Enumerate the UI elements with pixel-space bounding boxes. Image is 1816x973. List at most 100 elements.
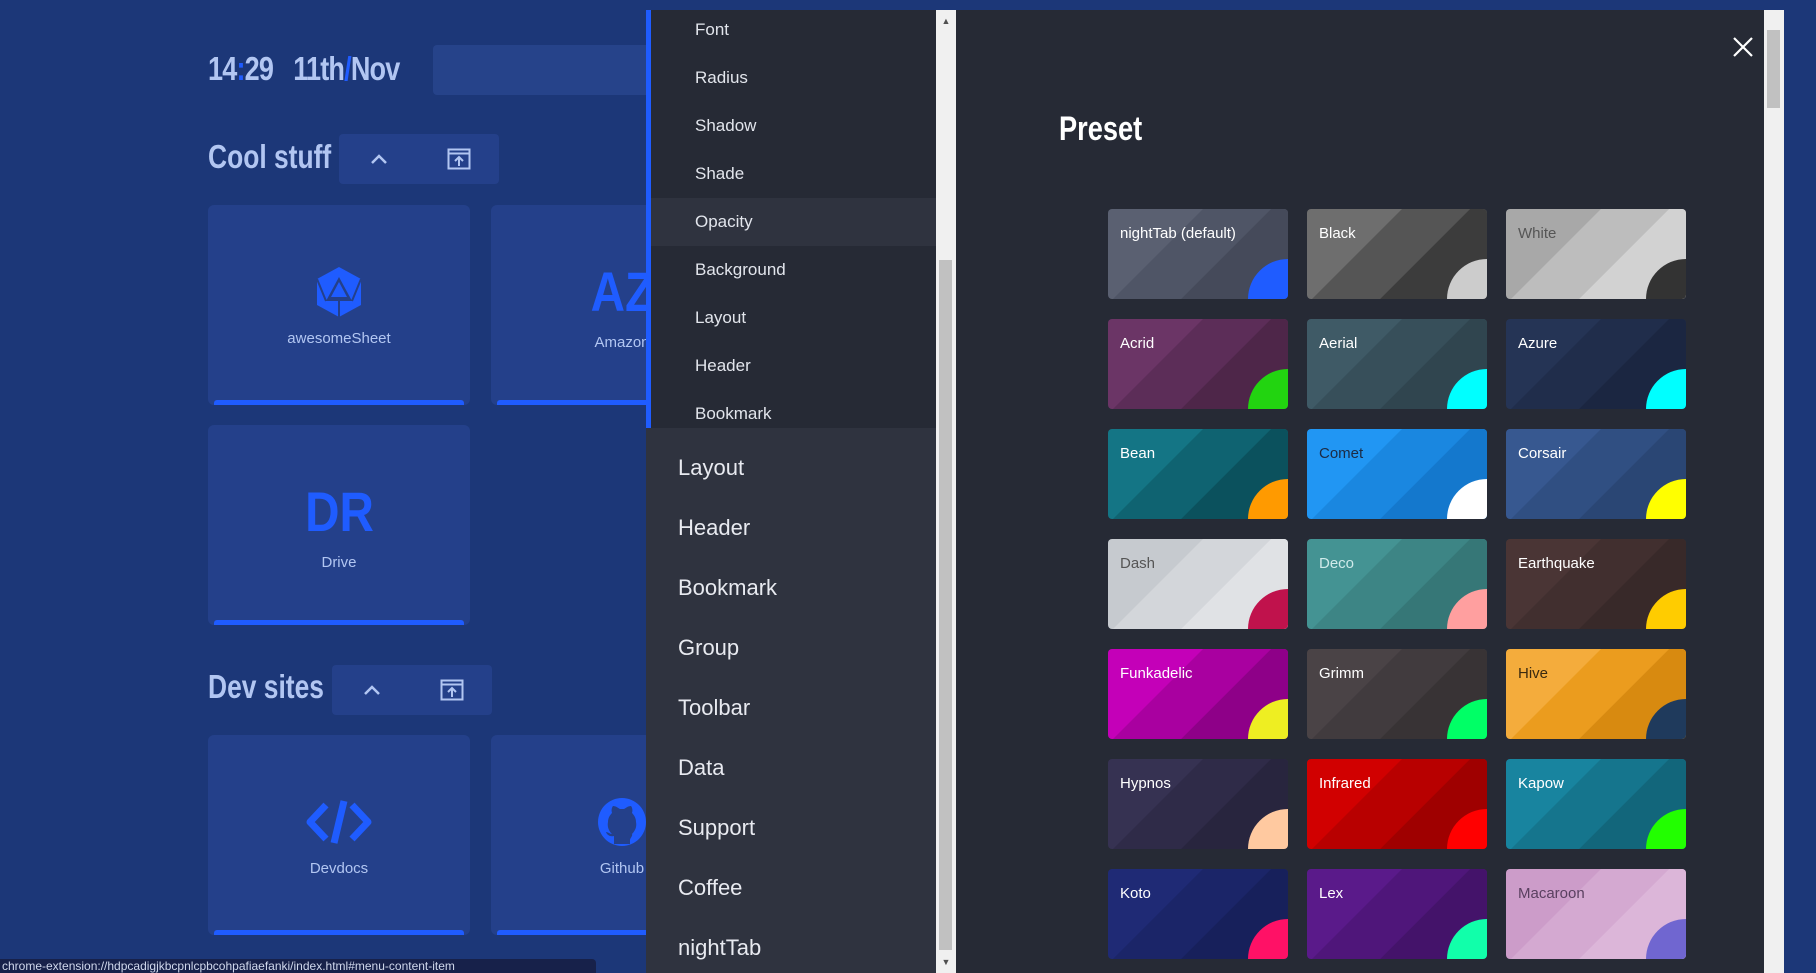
open-all-icon: [447, 148, 471, 170]
preset-theme-button[interactable]: Hypnos: [1108, 759, 1288, 849]
preset-name: Koto: [1120, 885, 1151, 902]
nav-scrollbar[interactable]: ▲ ▼: [936, 10, 956, 973]
chevron-up-icon: [364, 685, 380, 695]
clock-hours: 14: [208, 50, 237, 87]
preset-name: Grimm: [1319, 665, 1364, 682]
preset-theme-button[interactable]: Acrid: [1108, 319, 1288, 409]
sub-nav-font[interactable]: Font: [651, 10, 936, 54]
preset-name: Azure: [1518, 335, 1558, 352]
bookmark-tile[interactable]: DR Drive: [208, 425, 470, 625]
nav-nighttab[interactable]: nightTab: [646, 918, 936, 973]
open-all-button[interactable]: [419, 134, 499, 184]
preset-theme-button[interactable]: Aerial: [1307, 319, 1487, 409]
date-month: Nov: [350, 50, 400, 87]
sub-nav-background[interactable]: Background: [651, 246, 936, 294]
bookmark-tile[interactable]: Devdocs: [208, 735, 470, 935]
bookmark-letters: DR: [304, 480, 374, 543]
preset-name: nightTab (default): [1120, 225, 1236, 242]
nav-data[interactable]: Data: [646, 738, 936, 798]
sub-nav-shade[interactable]: Shade: [651, 150, 936, 198]
preset-theme-button[interactable]: Deco: [1307, 539, 1487, 629]
nav-coffee[interactable]: Coffee: [646, 858, 936, 918]
preset-theme-button[interactable]: Funkadelic: [1108, 649, 1288, 739]
preset-name: White: [1518, 225, 1557, 242]
clock-separator: :: [236, 50, 245, 87]
nav-support[interactable]: Support: [646, 798, 936, 858]
chevron-up-icon: [371, 154, 387, 164]
preset-theme-button[interactable]: nightTab (default): [1108, 209, 1288, 299]
preset-name: Bean: [1120, 445, 1156, 462]
sub-nav-shadow[interactable]: Shadow: [651, 102, 936, 150]
content-scrollbar[interactable]: [1764, 10, 1784, 973]
search-input[interactable]: [433, 45, 653, 95]
group-title: Cool stuff: [208, 138, 332, 175]
preset-theme-button[interactable]: Infrared: [1307, 759, 1487, 849]
preset-name: Dash: [1120, 555, 1156, 572]
preset-name: Infrared: [1319, 775, 1371, 792]
sub-nav-layout[interactable]: Layout: [651, 294, 936, 342]
preset-name: Lex: [1319, 885, 1344, 902]
preset-name: Deco: [1319, 555, 1355, 572]
preset-theme-button[interactable]: Grimm: [1307, 649, 1487, 739]
preset-theme-button[interactable]: Koto: [1108, 869, 1288, 959]
nav-bookmark[interactable]: Bookmark: [646, 558, 936, 618]
date-day: 11th: [293, 50, 345, 87]
preset-name: Kapow: [1518, 775, 1564, 792]
preset-theme-button[interactable]: Kapow: [1506, 759, 1686, 849]
sub-nav-opacity[interactable]: Opacity: [651, 198, 936, 246]
collapse-group-button[interactable]: [339, 134, 419, 184]
preset-theme-button[interactable]: Earthquake: [1506, 539, 1686, 629]
preset-grid: nightTab (default) Black White Acrid Aerial A…: [1108, 209, 1686, 959]
preset-theme-button[interactable]: Bean: [1108, 429, 1288, 519]
nav-header[interactable]: Header: [646, 498, 936, 558]
sub-nav-header[interactable]: Header: [651, 342, 936, 390]
close-icon: [1733, 37, 1753, 57]
status-url-bar: chrome-extension://hdpcadigjkbcpnlcpbcoh…: [0, 959, 596, 973]
nav-toolbar[interactable]: Toolbar: [646, 678, 936, 738]
sub-nav-radius[interactable]: Radius: [651, 54, 936, 102]
group-controls: [332, 665, 492, 715]
preset-theme-button[interactable]: White: [1506, 209, 1686, 299]
main-nav: Layout Header Bookmark Group Toolbar Dat…: [646, 438, 936, 973]
header-clock-date: 14:29 11th/Nov: [208, 44, 442, 94]
nav-group[interactable]: Group: [646, 618, 936, 678]
section-title: Preset: [1059, 110, 1143, 148]
nav-layout[interactable]: Layout: [646, 438, 936, 498]
menu-nav: Font Radius Shadow Shade Opacity Backgro…: [646, 10, 936, 973]
preset-name: Funkadelic: [1120, 665, 1193, 682]
clock: 14:29 11th/Nov: [208, 50, 400, 88]
preset-theme-button[interactable]: Azure: [1506, 319, 1686, 409]
preset-name: Hypnos: [1120, 775, 1171, 792]
preset-theme-button[interactable]: Comet: [1307, 429, 1487, 519]
scroll-down-icon[interactable]: ▼: [936, 953, 956, 971]
scroll-thumb[interactable]: [1767, 30, 1780, 108]
preset-theme-button[interactable]: Corsair: [1506, 429, 1686, 519]
clock-minutes: 29: [244, 50, 274, 87]
group-title: Dev sites: [208, 668, 324, 705]
preset-name: Corsair: [1518, 445, 1567, 462]
preset-theme-button[interactable]: Dash: [1108, 539, 1288, 629]
theme-sub-nav: Font Radius Shadow Shade Opacity Backgro…: [646, 10, 936, 428]
preset-theme-button[interactable]: Macaroon: [1506, 869, 1686, 959]
bookmark-name: Github: [599, 859, 645, 877]
preset-name: Acrid: [1120, 335, 1155, 352]
preset-name: Aerial: [1319, 335, 1358, 352]
bookmark-name: awesomeSheet: [287, 329, 391, 347]
bookmark-tile[interactable]: awesomeSheet: [208, 205, 470, 405]
bookmark-name: Drive: [321, 554, 357, 571]
menu-content: Preset nightTab (default) Black White Acrid…: [956, 10, 1764, 973]
preset-name: Black: [1319, 225, 1356, 242]
sub-nav-bookmark[interactable]: Bookmark: [651, 390, 936, 438]
settings-menu: Font Radius Shadow Shade Opacity Backgro…: [646, 10, 1784, 973]
open-all-button[interactable]: [412, 665, 492, 715]
close-button[interactable]: [1728, 32, 1758, 62]
d20-icon: [314, 264, 364, 320]
open-all-icon: [440, 679, 464, 701]
collapse-group-button[interactable]: [332, 665, 412, 715]
preset-theme-button[interactable]: Hive: [1506, 649, 1686, 739]
bookmark-name: Amazon: [594, 334, 650, 351]
preset-theme-button[interactable]: Black: [1307, 209, 1487, 299]
scroll-thumb[interactable]: [939, 260, 952, 950]
scroll-up-icon[interactable]: ▲: [936, 12, 956, 30]
preset-theme-button[interactable]: Lex: [1307, 869, 1487, 959]
